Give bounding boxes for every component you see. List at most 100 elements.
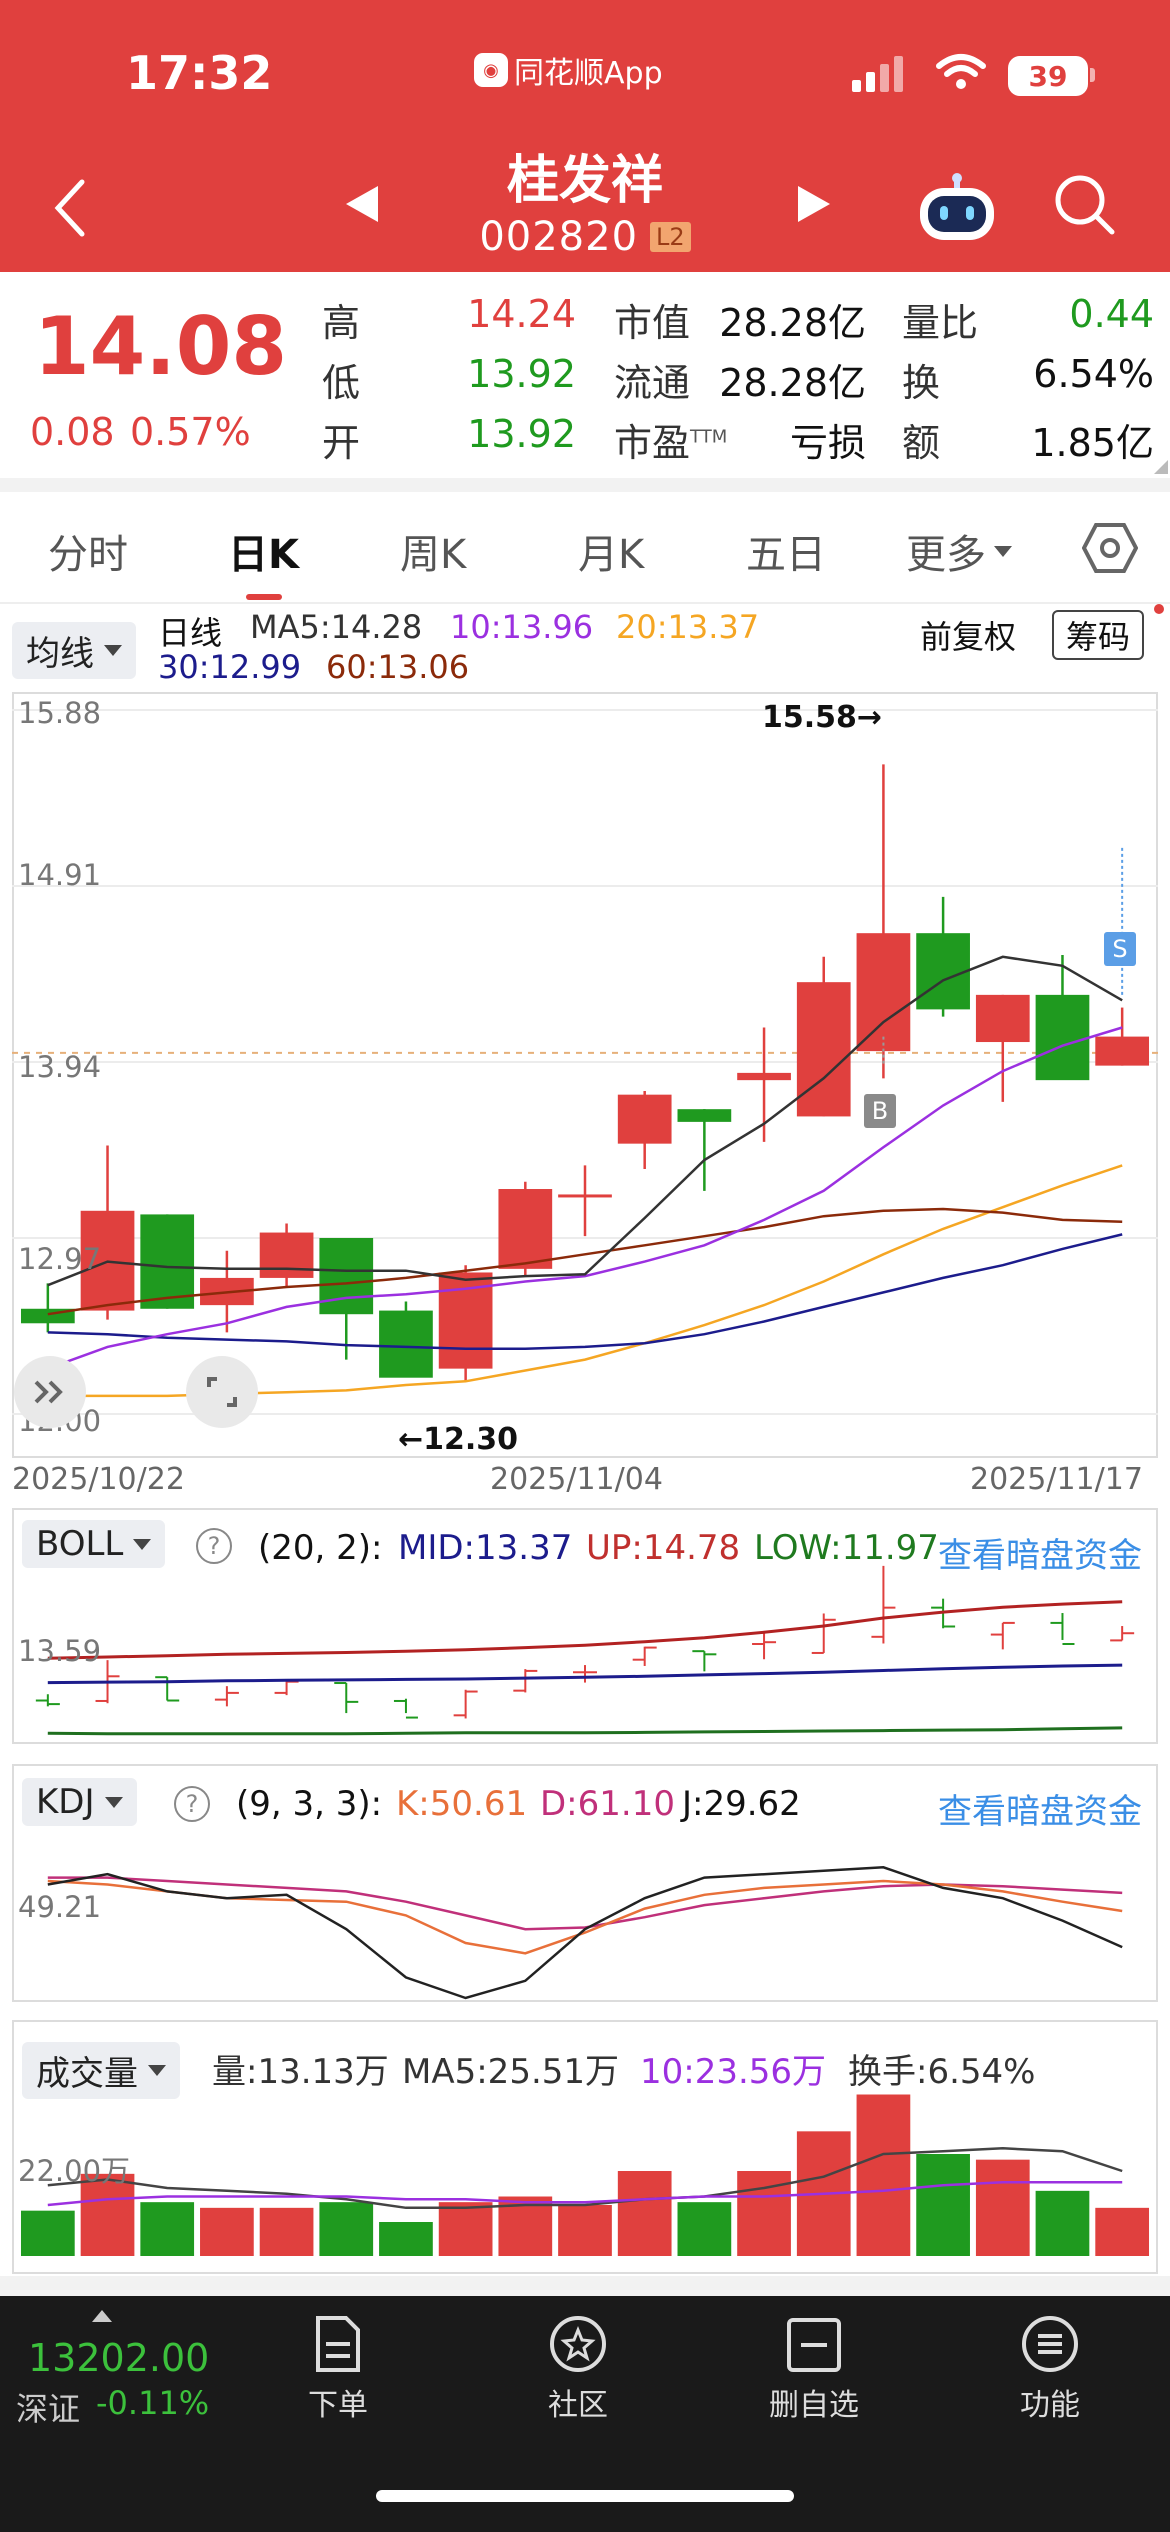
volume-bar	[259, 2207, 314, 2256]
status-app-text: 同花顺App	[514, 56, 663, 91]
label-pe-text: 市盈	[614, 421, 691, 465]
ma-dropdown-label: 均线	[26, 634, 94, 674]
chip-button[interactable]: 筹码	[1052, 610, 1145, 660]
nav-place-order[interactable]: 下单	[268, 2314, 408, 2424]
candle-body	[677, 1109, 732, 1122]
expand-up-icon[interactable]	[92, 2310, 112, 2322]
community-star-icon	[550, 2316, 606, 2372]
boll-up-line	[47, 1600, 1123, 1660]
bottom-divider	[0, 2276, 1170, 2296]
high-annotation: 15.58→	[762, 700, 883, 735]
value-high: 14.24	[467, 292, 576, 336]
candle-body	[140, 1214, 195, 1309]
candle-body	[379, 1310, 433, 1378]
kdj-dropdown[interactable]: KDJ	[22, 1778, 137, 1826]
tab-more[interactable]: 更多	[906, 522, 1012, 580]
nav-functions[interactable]: 功能	[980, 2314, 1120, 2424]
volume-bar	[677, 2202, 732, 2256]
value-volratio: 0.44	[1069, 292, 1154, 336]
ma60-value: 60:13.06	[326, 648, 470, 686]
candle-body	[916, 933, 970, 1010]
volume-y-label: 22.00万	[18, 2154, 131, 2188]
ma10-value: 10:13.96	[450, 608, 594, 646]
tab-intraday[interactable]: 分时	[48, 522, 128, 580]
tab-daily-k[interactable]: 日K	[228, 522, 299, 580]
candle-body	[259, 1232, 314, 1278]
help-icon[interactable]: ?	[196, 1528, 232, 1564]
chevron-down-icon	[148, 2065, 166, 2076]
nav-functions-label: 功能	[1020, 2388, 1080, 2423]
label-float: 流通	[614, 361, 691, 405]
app-header: 17:32 ◉ 同花顺App 39 桂发祥 002820 L2	[0, 0, 1170, 272]
candle-body	[737, 1072, 791, 1081]
volume-bar	[438, 2202, 493, 2256]
value-open: 13.92	[467, 412, 576, 456]
chevron-down-icon	[133, 1538, 152, 1550]
label-amount: 额	[902, 421, 941, 465]
volume-ma5: MA5:25.51万	[402, 2052, 620, 2092]
x-label-start: 2025/10/22	[12, 1462, 185, 1497]
value-float: 28.28亿	[719, 361, 866, 405]
x-label-end: 2025/11/17	[970, 1462, 1143, 1497]
battery-tip	[1090, 68, 1095, 82]
nav-community[interactable]: 社区	[508, 2314, 648, 2424]
sell-marker[interactable]: S	[1104, 932, 1136, 966]
volume-turnover: 换手:6.54%	[848, 2052, 1036, 2092]
candle-body	[796, 982, 851, 1117]
l2-badge[interactable]: L2	[650, 222, 691, 252]
search-icon[interactable]	[1052, 172, 1116, 236]
x-label-mid: 2025/11/04	[490, 1462, 663, 1497]
tabs-divider	[0, 602, 1170, 604]
battery-indicator: 39	[1008, 56, 1088, 96]
menu-lines-icon	[1022, 2316, 1078, 2372]
expand-left-button[interactable]	[14, 1356, 86, 1428]
volume-ma10: 10:23.56万	[640, 2052, 827, 2092]
chevron-down-icon	[104, 645, 122, 656]
volume-bar	[379, 2222, 433, 2256]
wifi-icon	[936, 54, 986, 89]
current-price: 14.08	[34, 300, 288, 393]
boll-darkpool-link[interactable]: 查看暗盘资金	[938, 1528, 1142, 1577]
expand-corner-icon[interactable]	[1154, 460, 1168, 474]
label-turnover: 换	[902, 361, 941, 405]
kdj-j: J:29.62	[682, 1784, 801, 1824]
nav-remove-watchlist[interactable]: 删自选	[744, 2314, 884, 2424]
tab-five-day[interactable]: 五日	[746, 522, 826, 580]
help-icon[interactable]: ?	[174, 1786, 210, 1822]
kdj-params: (9, 3, 3):	[236, 1784, 383, 1824]
value-amount: 1.85亿	[1031, 421, 1154, 465]
home-indicator	[376, 2490, 794, 2502]
candle-body	[617, 1094, 672, 1144]
next-stock-icon[interactable]	[796, 184, 832, 224]
candle-body	[975, 994, 1030, 1043]
notification-dot	[1154, 604, 1164, 614]
nav-community-label: 社区	[548, 2388, 608, 2423]
volume-bar	[916, 2154, 970, 2256]
index-change-pct: -0.11%	[96, 2384, 210, 2422]
index-value[interactable]: 13202.00	[28, 2336, 209, 2380]
tab-weekly-k[interactable]: 周K	[400, 522, 466, 580]
ma-dropdown[interactable]: 均线	[12, 622, 136, 679]
fullscreen-button[interactable]	[186, 1356, 258, 1428]
chevron-down-icon	[104, 1796, 123, 1808]
assistant-robot-icon[interactable]	[916, 172, 998, 244]
chart-settings-hex-icon[interactable]	[1082, 522, 1138, 574]
value-turnover: 6.54%	[1033, 352, 1154, 396]
buy-marker[interactable]: B	[864, 1094, 896, 1128]
volume-bar	[617, 2171, 672, 2256]
volume-bar	[856, 2094, 911, 2256]
candle-body	[319, 1238, 374, 1315]
y-label-2: 13.94	[18, 1050, 102, 1084]
adjust-mode[interactable]: 前复权	[920, 612, 1016, 658]
volume-dropdown[interactable]: 成交量	[22, 2042, 180, 2099]
double-chevron-right-icon	[34, 1380, 63, 1404]
volume-bar	[200, 2207, 254, 2256]
status-time: 17:32	[126, 46, 273, 100]
boll-dropdown[interactable]: BOLL	[22, 1520, 166, 1568]
volume-bar	[140, 2202, 195, 2256]
kline-chart[interactable]	[12, 692, 1158, 1458]
tab-monthly-k[interactable]: 月K	[578, 522, 644, 580]
volume-bar	[319, 2202, 374, 2256]
kdj-d: D:61.10	[540, 1784, 675, 1824]
kdj-darkpool-link[interactable]: 查看暗盘资金	[938, 1784, 1142, 1833]
